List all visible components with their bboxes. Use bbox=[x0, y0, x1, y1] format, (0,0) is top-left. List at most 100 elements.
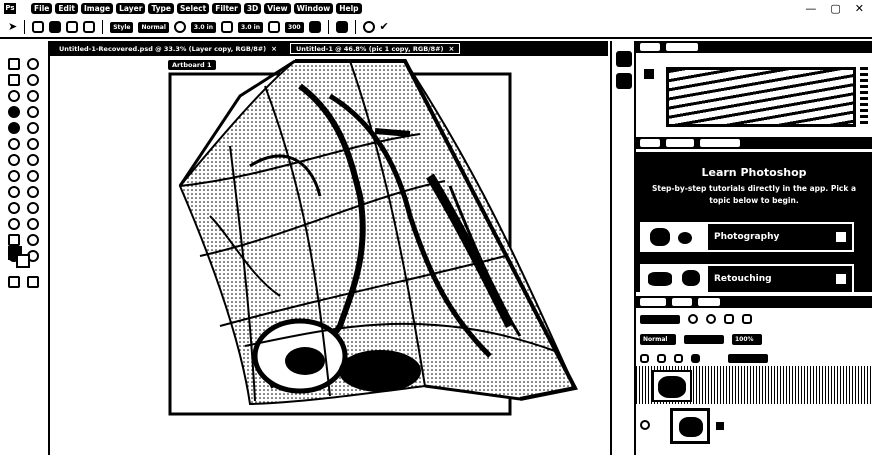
eraser-tool-icon[interactable] bbox=[8, 186, 20, 198]
patch-tool-icon[interactable] bbox=[27, 138, 39, 150]
healing-brush-tool-icon[interactable] bbox=[8, 138, 20, 150]
subtract-selection-icon[interactable] bbox=[83, 21, 96, 33]
foreground-swatch[interactable] bbox=[644, 69, 654, 79]
close-button[interactable]: ✕ bbox=[855, 2, 864, 15]
history-panel-icon[interactable] bbox=[616, 51, 632, 67]
lock-artboard-icon[interactable] bbox=[674, 354, 683, 363]
divider bbox=[102, 20, 104, 34]
minimize-button[interactable]: — bbox=[805, 2, 816, 15]
width-field[interactable]: 3.0 in bbox=[190, 21, 216, 33]
marquee-icon[interactable] bbox=[32, 21, 45, 33]
menu-3d[interactable]: 3D bbox=[243, 2, 262, 14]
tab-swatches[interactable] bbox=[666, 43, 698, 51]
lock-pixels-icon[interactable] bbox=[640, 354, 649, 363]
menu-type[interactable]: Type bbox=[148, 2, 175, 14]
type-tool-icon[interactable] bbox=[27, 218, 39, 230]
properties-panel-icon[interactable] bbox=[616, 73, 632, 89]
move-tool-icon[interactable]: ➤ bbox=[8, 21, 17, 33]
lasso-tool-icon[interactable] bbox=[27, 74, 39, 86]
marquee-tool-icon[interactable] bbox=[8, 74, 20, 86]
menu-edit[interactable]: Edit bbox=[55, 2, 79, 14]
gradient-tool-icon[interactable] bbox=[27, 186, 39, 198]
history-brush-tool-icon[interactable] bbox=[27, 170, 39, 182]
link-icon[interactable] bbox=[220, 21, 233, 33]
menu-help[interactable]: Help bbox=[336, 2, 362, 14]
tab-channels[interactable] bbox=[672, 298, 692, 306]
style-select[interactable]: Normal bbox=[138, 21, 169, 33]
fill-field[interactable] bbox=[728, 354, 768, 363]
tab-untitled-doc[interactable]: Untitled-1 @ 46.8% (pic 1 copy, RGB/8#) … bbox=[290, 43, 461, 54]
tab-close-icon[interactable]: × bbox=[449, 45, 455, 53]
color-spectrum[interactable] bbox=[666, 67, 856, 127]
magic-wand-tool-icon[interactable] bbox=[27, 90, 39, 102]
artboard-tool-icon[interactable] bbox=[27, 58, 39, 70]
menu-window[interactable]: Window bbox=[293, 2, 334, 14]
add-selection-icon[interactable] bbox=[66, 21, 79, 33]
shape-tool-icon[interactable] bbox=[27, 234, 39, 246]
path-select-tool-icon[interactable] bbox=[8, 234, 20, 246]
swap-icon[interactable] bbox=[173, 21, 186, 33]
menu-image[interactable]: Image bbox=[81, 2, 114, 14]
front-image-icon[interactable] bbox=[308, 21, 321, 33]
menu-filter[interactable]: Filter bbox=[212, 2, 241, 14]
filter-shape-icon[interactable] bbox=[742, 314, 752, 324]
warp-mode-icon[interactable] bbox=[335, 21, 348, 33]
warp-handle[interactable] bbox=[374, 128, 411, 137]
card-label: Retouching bbox=[710, 266, 852, 292]
quick-mask-icon[interactable] bbox=[8, 276, 20, 288]
menu-select[interactable]: Select bbox=[177, 2, 210, 14]
tab-color[interactable] bbox=[640, 43, 660, 51]
lock-all-icon[interactable] bbox=[691, 354, 700, 363]
clone-stamp-tool-icon[interactable] bbox=[8, 170, 20, 182]
ruler-tool-icon[interactable] bbox=[27, 122, 39, 134]
menu-file[interactable]: File bbox=[31, 2, 53, 14]
layer-row-active[interactable] bbox=[636, 366, 872, 404]
resolution-icon[interactable] bbox=[268, 21, 281, 33]
move-tool-icon[interactable] bbox=[8, 58, 20, 70]
quick-select-tool-icon[interactable] bbox=[8, 90, 20, 102]
filter-pixel-icon[interactable] bbox=[688, 314, 698, 324]
chevron-right-icon[interactable] bbox=[834, 230, 848, 244]
layer-thumbnail bbox=[652, 370, 692, 402]
crop-tool-icon[interactable] bbox=[8, 106, 20, 118]
document-canvas[interactable]: Artboard 1 bbox=[48, 56, 608, 455]
commit-transform-icon[interactable]: ✔ bbox=[380, 21, 389, 33]
learn-card-retouching[interactable]: Retouching bbox=[640, 264, 854, 294]
cancel-transform-icon[interactable] bbox=[362, 21, 375, 33]
lock-position-icon[interactable] bbox=[657, 354, 666, 363]
new-selection-icon[interactable] bbox=[49, 21, 62, 33]
blend-dropdown[interactable] bbox=[684, 335, 724, 344]
height-field[interactable]: 3.0 in bbox=[237, 21, 264, 33]
slice-tool-icon[interactable] bbox=[27, 106, 39, 118]
blur-tool-icon[interactable] bbox=[8, 202, 20, 214]
color-scrollbar[interactable] bbox=[860, 67, 868, 127]
opacity-field[interactable]: 100% bbox=[732, 334, 762, 345]
pen-tool-icon[interactable] bbox=[8, 218, 20, 230]
resolution-field[interactable]: 300 bbox=[285, 21, 304, 33]
tab-recovered-doc[interactable]: Untitled-1-Recovered.psd @ 33.3% (Layer … bbox=[54, 43, 282, 54]
brush-tool-icon[interactable] bbox=[8, 154, 20, 166]
learn-card-photography[interactable]: Photography bbox=[640, 222, 854, 252]
tab-layers[interactable] bbox=[640, 298, 666, 306]
maximize-button[interactable]: ▢ bbox=[830, 2, 840, 15]
learn-subtitle: topic below to begin. bbox=[709, 196, 799, 205]
menu-view[interactable]: View bbox=[264, 2, 291, 14]
layer-row[interactable] bbox=[636, 406, 872, 444]
background-color-swatch[interactable] bbox=[16, 254, 30, 268]
menu-layer[interactable]: Layer bbox=[116, 2, 146, 14]
filter-kind-select[interactable] bbox=[640, 314, 680, 324]
tab-learn[interactable] bbox=[640, 139, 660, 147]
pencil-tool-icon[interactable] bbox=[27, 154, 39, 166]
visibility-eye-icon[interactable] bbox=[640, 420, 650, 430]
eyedropper-tool-icon[interactable] bbox=[8, 122, 20, 134]
tab-close-icon[interactable]: × bbox=[271, 45, 277, 53]
chevron-right-icon[interactable] bbox=[834, 272, 848, 286]
tab-adjustments[interactable] bbox=[700, 139, 740, 147]
filter-type-icon[interactable] bbox=[724, 314, 734, 324]
screen-mode-icon[interactable] bbox=[27, 276, 39, 288]
tab-paths[interactable] bbox=[698, 298, 720, 306]
dodge-tool-icon[interactable] bbox=[27, 202, 39, 214]
blend-mode-select[interactable]: Normal bbox=[640, 334, 676, 345]
tab-libraries[interactable] bbox=[666, 139, 694, 147]
filter-adjust-icon[interactable] bbox=[706, 314, 716, 324]
